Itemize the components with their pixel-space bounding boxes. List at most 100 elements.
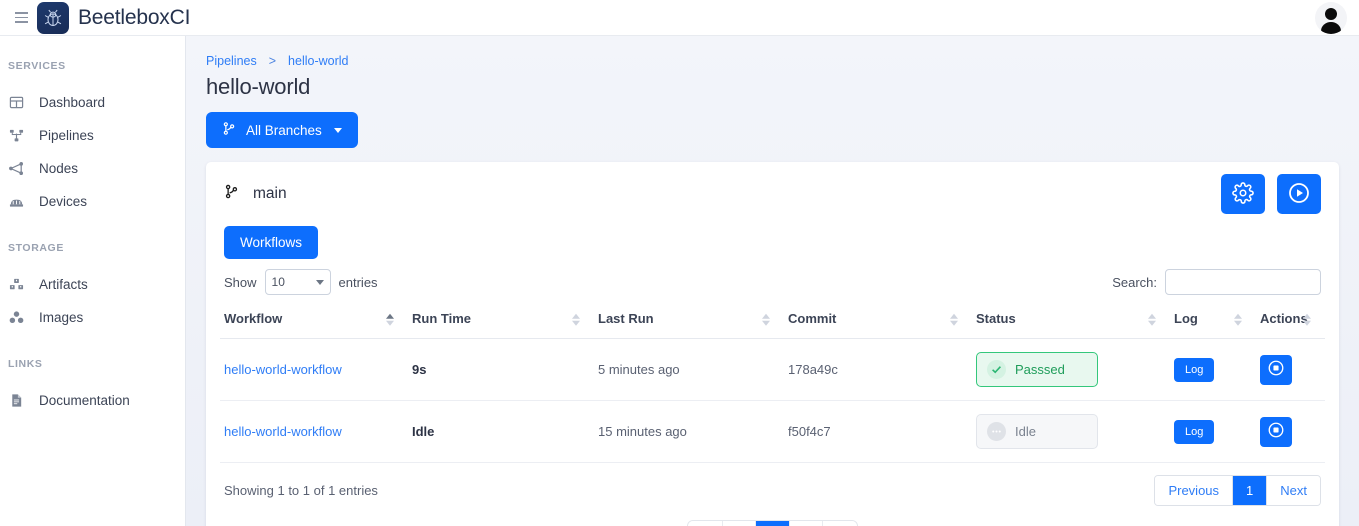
workflows-table: Workflow Run Time Last Run Commit Status… — [220, 303, 1325, 463]
brand-name: BeetleboxCI — [78, 5, 191, 29]
cell-status: Passsed — [972, 338, 1170, 401]
cell-commit: f50f4c7 — [784, 400, 972, 463]
user-avatar-icon[interactable] — [1315, 2, 1347, 34]
column-status[interactable]: Status — [972, 303, 1170, 339]
images-cubes-icon — [8, 310, 25, 325]
cell-last-run: 5 minutes ago — [594, 338, 784, 401]
branch-name: main — [253, 185, 287, 202]
pagination-next[interactable]: Next — [1267, 476, 1320, 505]
table-row: hello-world-workflow Idle 15 minutes ago… — [220, 400, 1325, 463]
sort-arrows-icon — [950, 313, 958, 326]
sidebar-section-services: SERVICES — [8, 60, 66, 72]
cell-actions — [1256, 400, 1325, 463]
check-circle-icon — [987, 360, 1006, 379]
branch-card: main Workflows Show 10 entries Search: W… — [206, 162, 1339, 526]
status-badge: Passsed — [976, 352, 1098, 387]
sidebar-item-label: Dashboard — [39, 95, 106, 110]
sidebar-item-label: Nodes — [39, 161, 79, 176]
cell-log: Log — [1170, 400, 1256, 463]
sidebar-item-dashboard[interactable]: Dashboard — [0, 86, 185, 119]
column-label: Workflow — [224, 311, 283, 326]
search-input[interactable] — [1165, 269, 1321, 295]
sort-arrows-icon — [386, 313, 394, 326]
pagination-compact-wrap: « ‹ 1 › » — [220, 520, 1325, 526]
status-label: Passsed — [1015, 362, 1065, 377]
sidebar-item-label: Images — [39, 310, 84, 325]
chevron-down-icon — [333, 127, 342, 133]
workflow-link[interactable]: hello-world-workflow — [224, 362, 342, 377]
table-body: hello-world-workflow 9s 5 minutes ago 17… — [220, 338, 1325, 463]
app-root: BeetleboxCI SERVICES Dashboard Pipelines… — [0, 0, 1359, 526]
pagination-page-1[interactable]: 1 — [1233, 476, 1268, 505]
status-label: Idle — [1015, 424, 1036, 439]
log-button[interactable]: Log — [1174, 357, 1215, 382]
column-workflow[interactable]: Workflow — [220, 303, 408, 339]
table-header-row: Workflow Run Time Last Run Commit Status… — [220, 303, 1325, 339]
column-label: Run Time — [412, 311, 471, 326]
sort-arrows-icon — [762, 313, 770, 326]
all-branches-button[interactable]: All Branches — [206, 112, 358, 148]
column-label: Status — [976, 311, 1016, 326]
beetle-logo-icon — [37, 1, 69, 34]
log-button[interactable]: Log — [1174, 419, 1215, 444]
brand[interactable]: BeetleboxCI — [37, 1, 191, 34]
cell-last-run: 15 minutes ago — [594, 400, 784, 463]
pagination-previous[interactable]: Previous — [1155, 476, 1234, 505]
sidebar-item-label: Documentation — [39, 393, 130, 408]
cell-actions — [1256, 338, 1325, 401]
pagination-prev-arrow[interactable]: ‹ — [723, 521, 756, 526]
stop-run-button[interactable] — [1260, 354, 1292, 385]
pagination-compact-page-1[interactable]: 1 — [755, 521, 791, 526]
pagination-first[interactable]: « — [688, 521, 724, 526]
sidebar-item-devices[interactable]: Devices — [0, 185, 185, 218]
gear-icon — [1232, 181, 1254, 207]
pagination-last[interactable]: » — [822, 521, 857, 526]
sidebar: SERVICES Dashboard Pipelines Nodes Devic… — [0, 36, 186, 526]
pagination-next-arrow[interactable]: › — [790, 521, 823, 526]
column-run-time[interactable]: Run Time — [408, 303, 594, 339]
sidebar-item-documentation[interactable]: Documentation — [0, 384, 185, 417]
entries-label: entries — [338, 274, 378, 290]
cell-run-time: Idle — [408, 400, 594, 463]
settings-button[interactable] — [1221, 174, 1265, 214]
play-circle-icon — [1287, 181, 1311, 208]
breadcrumb-hello-world[interactable]: hello-world — [288, 54, 348, 68]
cell-run-time: 9s — [408, 338, 594, 401]
breadcrumb-separator: > — [268, 54, 277, 68]
search-label: Search: — [1112, 274, 1157, 290]
cell-workflow: hello-world-workflow — [220, 400, 408, 463]
git-branch-icon — [224, 183, 239, 205]
table-controls: Show 10 entries Search: — [220, 269, 1325, 295]
status-badge: Idle — [976, 414, 1098, 449]
page-size-select[interactable]: 10 — [264, 269, 331, 295]
column-actions[interactable]: Actions — [1256, 303, 1325, 339]
documentation-file-icon — [8, 393, 25, 408]
search-control: Search: — [1112, 269, 1321, 295]
sidebar-item-artifacts[interactable]: Artifacts — [0, 268, 185, 301]
run-pipeline-button[interactable] — [1277, 174, 1321, 214]
table-footer: Showing 1 to 1 of 1 entries Previous 1 N… — [220, 475, 1325, 506]
sidebar-item-images[interactable]: Images — [0, 301, 185, 334]
workflow-link[interactable]: hello-world-workflow — [224, 424, 342, 439]
breadcrumb: Pipelines > hello-world — [206, 54, 1339, 68]
sidebar-item-pipelines[interactable]: Pipelines — [0, 119, 185, 152]
hamburger-icon[interactable] — [8, 12, 34, 23]
stop-run-button[interactable] — [1260, 416, 1292, 447]
breadcrumb-pipelines[interactable]: Pipelines — [206, 54, 257, 68]
nodes-share-icon — [8, 161, 25, 176]
stop-circle-icon — [1267, 359, 1285, 380]
column-log[interactable]: Log — [1170, 303, 1256, 339]
sidebar-item-nodes[interactable]: Nodes — [0, 152, 185, 185]
table-row: hello-world-workflow 9s 5 minutes ago 17… — [220, 338, 1325, 401]
git-branch-icon — [222, 121, 236, 139]
workflows-tab[interactable]: Workflows — [224, 226, 319, 259]
show-entries-control: Show 10 entries — [224, 269, 378, 295]
sort-arrows-icon — [1303, 313, 1311, 326]
sidebar-section-links: LINKS — [8, 358, 43, 370]
column-last-run[interactable]: Last Run — [594, 303, 784, 339]
sort-arrows-icon — [1148, 313, 1156, 326]
pagination: Previous 1 Next — [1154, 475, 1321, 506]
devices-hardware-icon — [8, 194, 25, 209]
column-commit[interactable]: Commit — [784, 303, 972, 339]
table-head: Workflow Run Time Last Run Commit Status… — [220, 303, 1325, 339]
